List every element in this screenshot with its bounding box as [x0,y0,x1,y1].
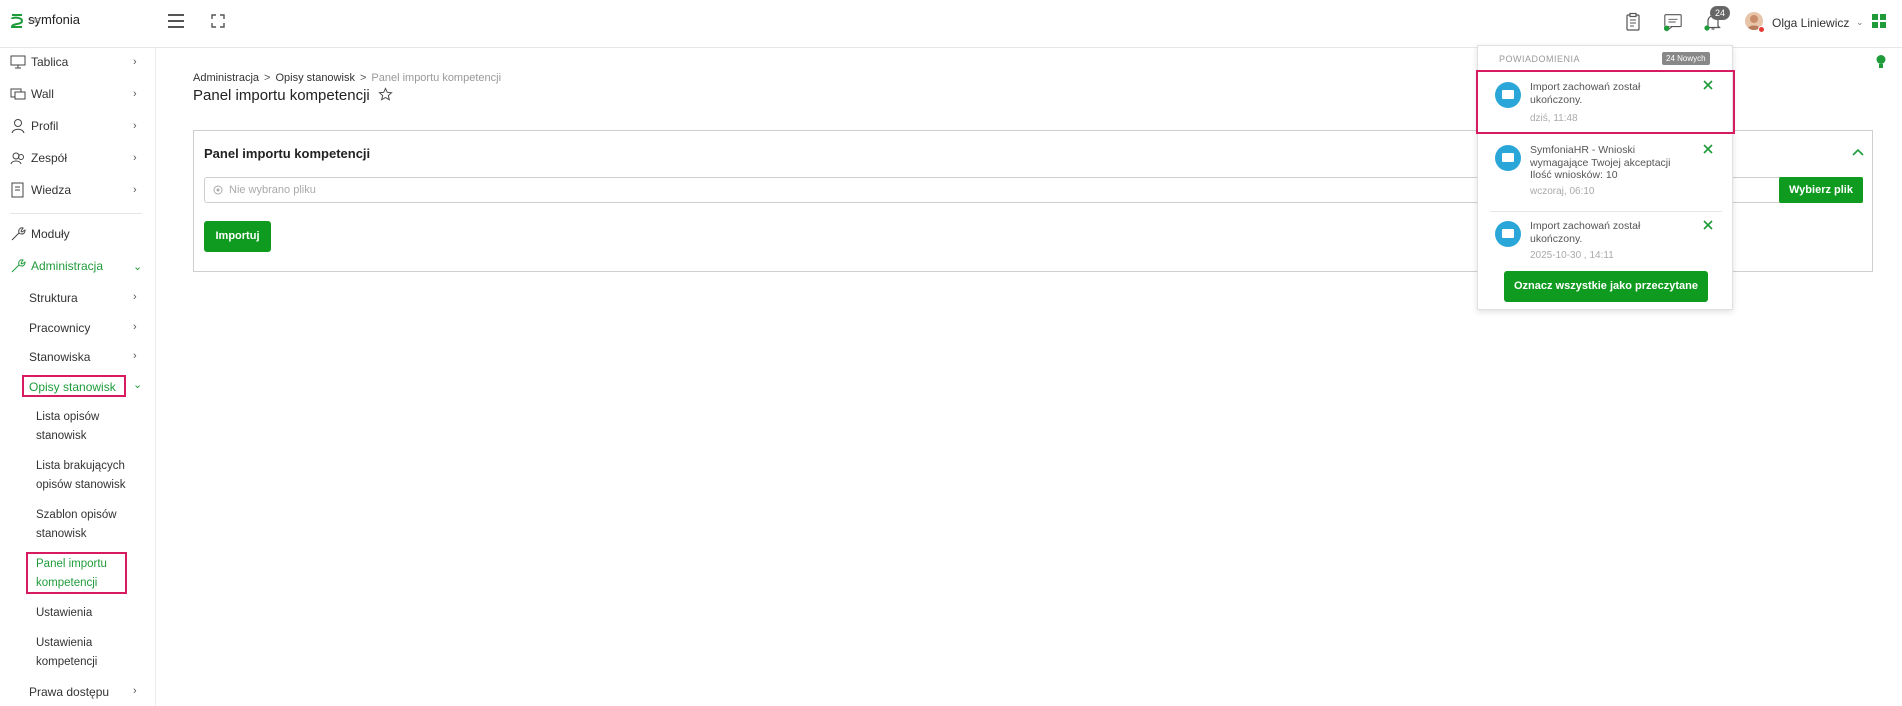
chevron-right-icon: › [133,321,137,333]
chevron-up-icon[interactable] [1852,147,1864,157]
symfonia-logo-icon [10,14,24,28]
sidebar-item-zespol[interactable]: Zespół › [0,144,156,172]
sidebar-item-pracownicy[interactable]: Pracownicy [29,321,90,335]
sidebar-item-stanowiska[interactable]: Stanowiska [29,350,90,364]
book-icon [11,182,24,198]
highlight-frame [26,552,127,594]
file-input-placeholder: Nie wybrano pliku [229,184,316,196]
sidebar: Tablica › Wall › Profil › Zespół › Wiedz… [0,48,156,706]
notification-date: 2025-10-30 , 14:11 [1530,250,1614,261]
wrench-icon [11,227,26,241]
user-icon [11,119,25,134]
breadcrumb-item[interactable]: Administracja [193,72,259,84]
notification-count-badge: 24 [1710,6,1730,20]
sidebar-item-label: Administracja [31,259,104,273]
sidebar-item-administracja[interactable]: Administracja ⌄ [0,252,156,280]
team-icon [10,152,24,165]
sidebar-item-label: Profil [31,119,59,133]
notification-text: SymfoniaHR - Wnioski wymagające Twojej a… [1530,144,1671,181]
sidebar-item-tablica[interactable]: Tablica › [0,48,156,76]
divider [10,213,142,214]
logo[interactable]: symfonia [10,12,80,30]
highlight-frame [1476,70,1735,134]
breadcrumb-item[interactable]: Opisy stanowisk [275,72,354,84]
notification-date: wczoraj, 06:10 [1530,186,1595,197]
notification-text: Import zachowań został ukończony. [1530,220,1641,245]
sidebar-item-lista-opisow[interactable]: Lista opisów stanowisk [36,408,146,446]
sidebar-item-ustawienia[interactable]: Ustawienia [36,604,146,623]
sidebar-item-moduly[interactable]: Moduły [0,220,156,248]
chevron-right-icon: › [133,291,137,303]
user-name[interactable]: Olga Liniewicz [1772,16,1849,30]
choose-file-button[interactable]: Wybierz plik [1779,177,1863,203]
highlight-frame [22,375,126,397]
notifications-header: POWIADOMIENIA [1499,54,1581,64]
fullscreen-icon[interactable] [211,14,225,28]
notifications-dropdown: POWIADOMIENIA 24 Nowych Import zachowań … [1476,45,1735,310]
chevron-down-icon: ⌄ [133,379,143,391]
message-icon [1495,221,1521,247]
close-icon[interactable] [1703,144,1713,154]
sidebar-item-label: Wall [31,87,54,101]
notification-item[interactable]: Import zachowań został ukończony. 2025-1… [1478,212,1734,268]
sidebar-item-wall[interactable]: Wall › [0,80,156,108]
sidebar-item-label: Zespół [31,151,68,165]
chat-icon[interactable] [1663,12,1683,32]
chevron-right-icon: › [133,685,137,697]
chevron-right-icon: › [133,184,137,196]
star-icon[interactable] [378,87,393,102]
clipboard-icon[interactable] [1623,12,1643,32]
file-icon [213,185,223,195]
top-bar: symfonia HR 24 Olga Liniewicz ⌄ [0,0,1902,48]
notification-item[interactable]: SymfoniaHR - Wnioski wymagające Twojej a… [1478,134,1734,208]
page-title: Panel importu kompetencji [193,87,370,104]
chevron-right-icon: › [133,56,137,68]
message-icon [1495,145,1521,171]
sidebar-item-label: Wiedza [31,183,72,197]
sidebar-item-lista-brakujacych[interactable]: Lista brakujących opisów stanowisk [36,457,146,495]
chevron-right-icon: › [133,152,137,164]
menu-toggle-icon[interactable] [168,14,184,28]
chevron-down-icon[interactable]: ⌄ [1856,17,1864,28]
sidebar-item-struktura[interactable]: Struktura [29,291,78,305]
sidebar-item-label: Moduły [31,227,70,241]
breadcrumb: Administracja > Opisy stanowisk > Panel impo… [193,72,501,84]
sidebar-item-label: Tablica [31,55,69,69]
panel-title: Panel importu kompetencji [204,146,371,161]
chevron-right-icon: › [133,88,137,100]
wall-icon [10,88,26,100]
new-count-badge: 24 Nowych [1662,52,1710,65]
wrench-icon [11,259,26,273]
logo-subtitle: HR [30,18,41,25]
close-icon[interactable] [1703,220,1713,230]
sidebar-item-szablon-opisow[interactable]: Szablon opisów stanowisk [36,506,146,544]
monitor-icon [10,55,26,69]
breadcrumb-separator: > [264,72,271,84]
apps-grid-icon[interactable] [1872,14,1886,28]
breadcrumb-current: Panel importu kompetencji [371,72,502,84]
sidebar-item-wiedza[interactable]: Wiedza › [0,176,156,204]
lightbulb-icon[interactable] [1876,54,1886,70]
status-dot [1758,26,1765,33]
sidebar-item-prawa-dostepu[interactable]: Prawa dostępu [29,685,109,699]
sidebar-item-profil[interactable]: Profil › [0,112,156,140]
chevron-down-icon: ⌄ [133,260,143,273]
sidebar-item-ustawienia-kompetencji[interactable]: Ustawienia kompetencji [36,634,116,672]
import-button[interactable]: Importuj [204,221,271,252]
chevron-right-icon: › [133,350,137,362]
chevron-right-icon: › [133,120,137,132]
mark-all-read-button[interactable]: Oznacz wszystkie jako przeczytane [1504,271,1708,302]
breadcrumb-separator: > [359,72,367,84]
